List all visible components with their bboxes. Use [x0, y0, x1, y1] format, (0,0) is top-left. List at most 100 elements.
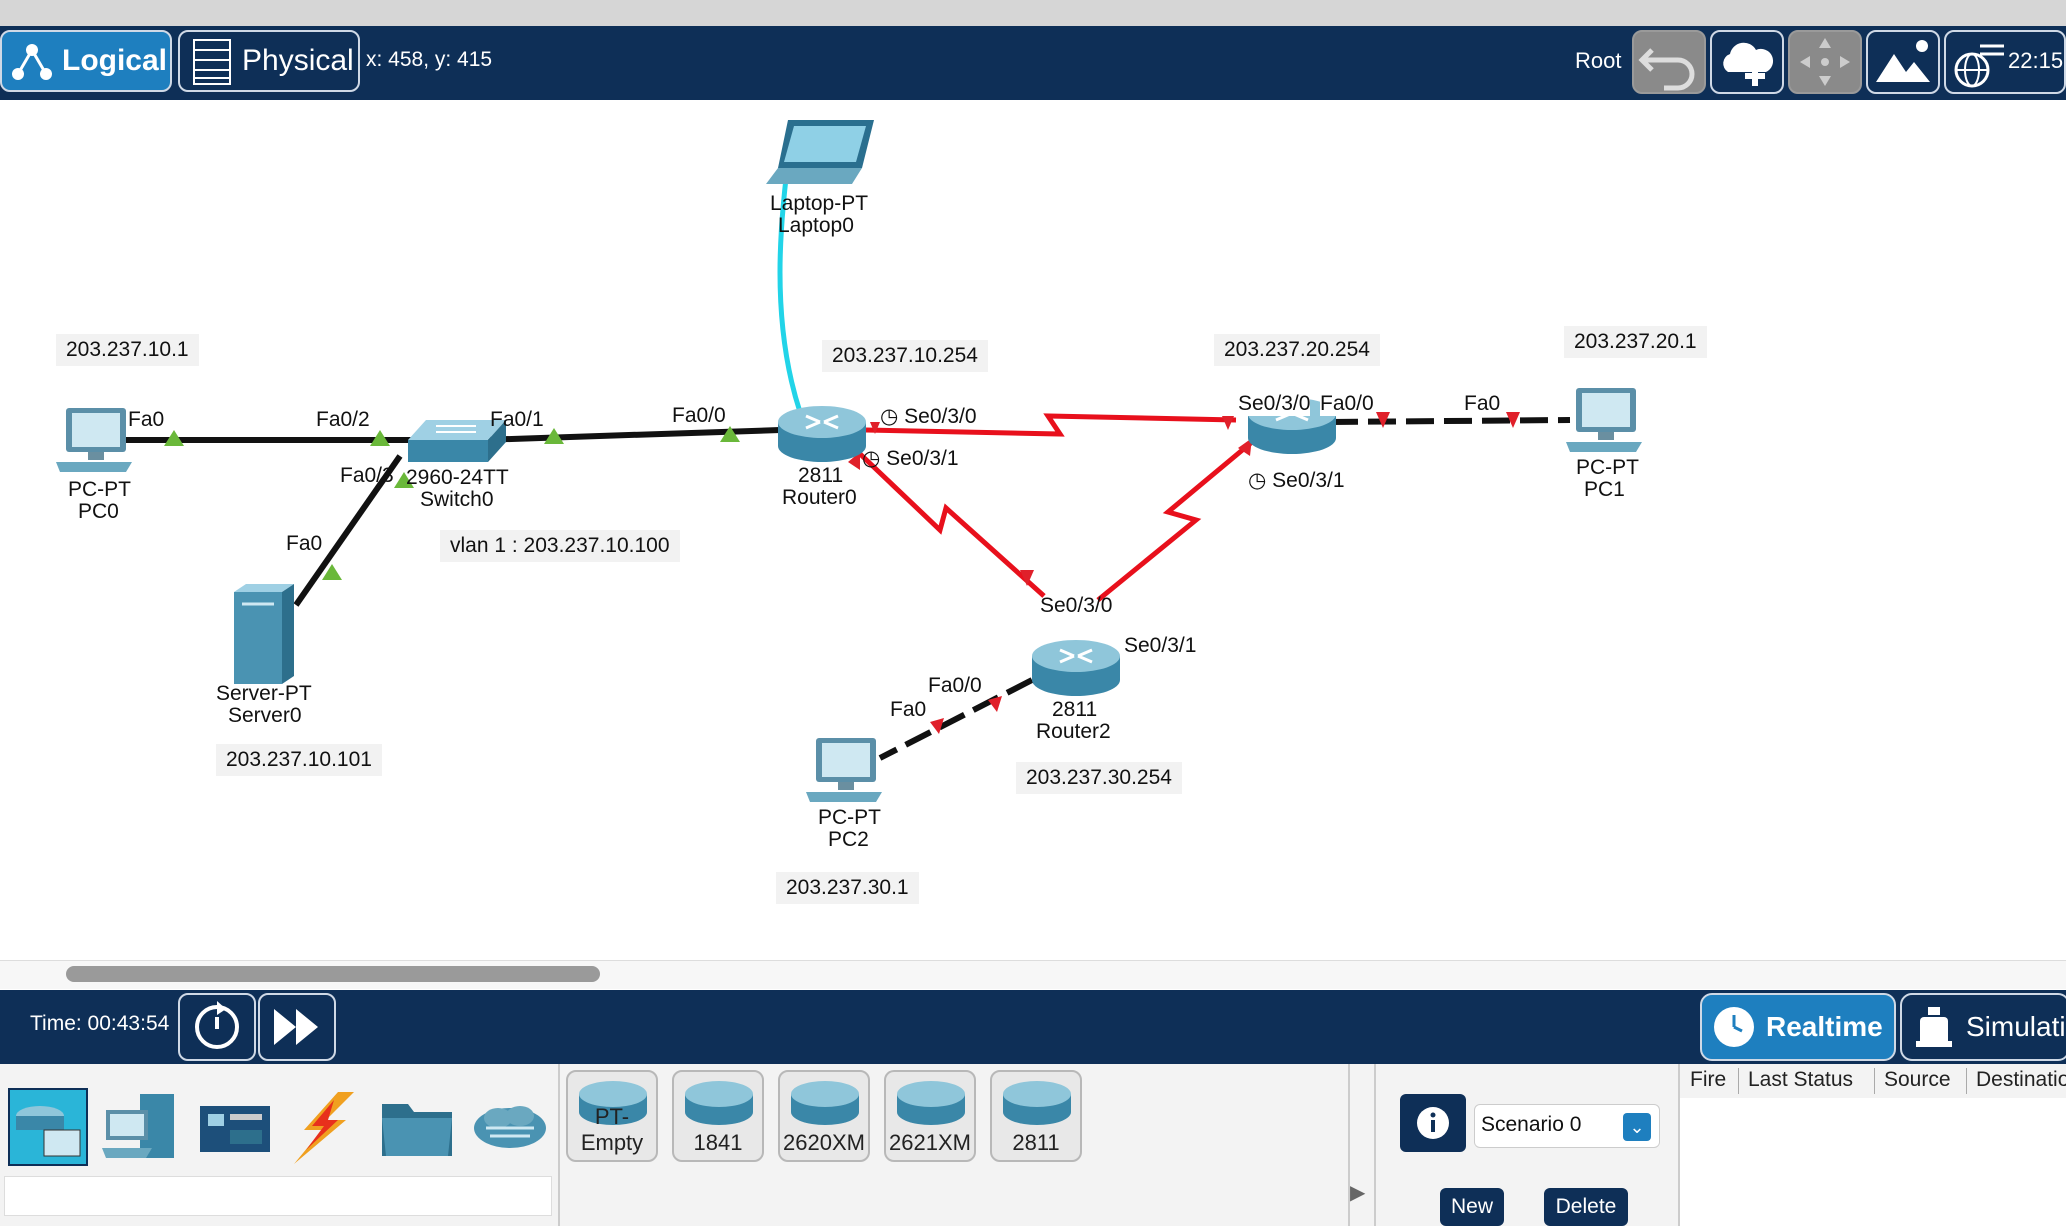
category-end-devices[interactable] [100, 1090, 178, 1166]
realtime-mode-button[interactable]: Realtime [1700, 993, 1896, 1061]
pc1-port-label: Fa0 [1464, 392, 1501, 415]
pc1-ip-note[interactable]: 203.237.20.1 [1564, 326, 1707, 358]
router2-fa00-label: Fa0/0 [928, 674, 982, 697]
laptop0-name-label: Laptop0 [778, 214, 854, 237]
router0-se031-label: ◷ Se0/3/1 [862, 447, 959, 470]
category-multiuser[interactable] [470, 1090, 548, 1166]
switch0-fa02-label: Fa0/2 [316, 408, 370, 431]
simulation-time: Time: 00:43:54 [30, 1012, 170, 1035]
model-pt-empty[interactable]: PT-Empty [566, 1070, 658, 1162]
chevron-down-icon: ⌄ [1623, 1113, 1651, 1141]
pc1-device[interactable] [1566, 386, 1646, 461]
router1-se030-label: Se0/3/0 [1238, 392, 1311, 416]
pdu-table-body[interactable] [1680, 1098, 2066, 1226]
network-settings-icon [1954, 44, 2004, 88]
info-icon [1417, 1107, 1449, 1139]
router2-type-label: 2811 [1052, 698, 1098, 721]
router2-se030-label: Se0/3/0 [1040, 594, 1113, 617]
power-cycle-icon [195, 1001, 239, 1049]
link-router2-router1 [1096, 440, 1254, 602]
router-icon [897, 1081, 965, 1125]
model-2811[interactable]: 2811 [990, 1070, 1082, 1162]
clock-icon: ◷ [1248, 469, 1267, 492]
tab-physical[interactable]: Physical [178, 30, 360, 92]
category-components[interactable] [196, 1090, 274, 1166]
cursor-coordinates: x: 458, y: 415 [366, 48, 493, 71]
server0-ip-note[interactable]: 203.237.10.101 [216, 744, 382, 776]
pc0-name-label: PC0 [78, 500, 119, 523]
scrollbar-thumb[interactable] [66, 966, 600, 982]
link-router0-router2 [856, 450, 1046, 598]
switch0-name-label: Switch0 [420, 488, 494, 511]
background-image-button[interactable] [1866, 30, 1940, 94]
new-scenario-button[interactable]: New [1440, 1188, 1504, 1226]
column-fire[interactable]: Fire [1690, 1068, 1726, 1092]
column-source[interactable]: Source [1884, 1068, 1951, 1092]
router-icon [791, 1081, 859, 1125]
clock-icon: ◷ [880, 405, 899, 428]
model-2620xm[interactable]: 2620XM [778, 1070, 870, 1162]
tab-logical[interactable]: Logical [0, 30, 172, 92]
move-button[interactable] [1788, 30, 1862, 94]
clock-icon [1714, 1007, 1754, 1047]
router1-se031-label: ◷ Se0/3/1 [1248, 469, 1345, 492]
switch0-fa01-label: Fa0/1 [490, 408, 544, 431]
tab-logical-label: Logical [62, 44, 168, 77]
link-router1-pc1 [1329, 417, 1571, 425]
router2-se031-label: Se0/3/1 [1124, 634, 1197, 657]
router0-ip-note[interactable]: 203.237.10.254 [822, 340, 988, 372]
panel-divider [1374, 1064, 1376, 1226]
column-last-status[interactable]: Last Status [1748, 1068, 1853, 1092]
server0-device[interactable] [232, 582, 298, 691]
switch0-ip-note[interactable]: vlan 1 : 203.237.10.100 [440, 530, 680, 562]
top-toolbar-strip [0, 0, 2066, 27]
laptop0-type-label: Laptop-PT [770, 192, 869, 215]
column-divider [1874, 1068, 1875, 1094]
switch0-fa03-label: Fa0/3 [340, 464, 394, 487]
pc0-device[interactable] [56, 406, 136, 481]
router0-fa00-label: Fa0/0 [672, 404, 726, 427]
router2-device[interactable] [1030, 638, 1122, 703]
delete-scenario-button[interactable]: Delete [1544, 1188, 1628, 1226]
category-misc[interactable] [378, 1090, 456, 1166]
pc-icon [1566, 388, 1642, 452]
end-devices-icon [102, 1094, 174, 1158]
pc-icon [806, 738, 882, 802]
cloud-add-button[interactable] [1710, 30, 1784, 94]
model-2621xm[interactable]: 2621XM [884, 1070, 976, 1162]
router-icon [778, 406, 866, 462]
server0-name-label: Server0 [228, 704, 302, 727]
router-icon [685, 1081, 753, 1125]
time-bar: Time: 00:43:54 Realtime Simulati [0, 990, 2066, 1064]
fast-forward-button[interactable] [258, 993, 336, 1061]
pc-icon [56, 408, 132, 472]
switch0-type-label: 2960-24TT [406, 466, 509, 489]
router1-fa00-label: Fa0/0 [1320, 392, 1374, 416]
router2-ip-note[interactable]: 203.237.30.254 [1016, 762, 1182, 794]
root-breadcrumb[interactable]: Root [1575, 48, 1621, 74]
category-network-devices[interactable] [8, 1088, 88, 1166]
router1-ip-note[interactable]: 203.237.20.254 [1214, 334, 1380, 366]
category-connections[interactable] [284, 1090, 362, 1166]
simulation-mode-button[interactable]: Simulati [1900, 993, 2066, 1061]
scenario-select[interactable]: Scenario 0 ⌄ [1474, 1104, 1660, 1148]
physical-rack-icon [193, 39, 231, 85]
pc2-device[interactable] [806, 736, 886, 811]
components-icon [200, 1106, 270, 1152]
model-1841[interactable]: 1841 [672, 1070, 764, 1162]
expand-arrow-icon[interactable]: ▶ [1350, 1180, 1372, 1210]
pc0-type-label: PC-PT [68, 478, 131, 501]
logical-workspace[interactable]: Laptop-PT Laptop0 Fa0 PC-PT PC0 203.237.… [0, 100, 2066, 978]
pc2-ip-note[interactable]: 203.237.30.1 [776, 872, 919, 904]
column-destination[interactable]: Destinatio [1976, 1068, 2066, 1092]
back-button[interactable] [1632, 30, 1706, 94]
cloud-icon [474, 1106, 546, 1148]
laptop0-device[interactable] [766, 118, 878, 199]
router2-name-label: Router2 [1036, 720, 1111, 743]
router0-device[interactable] [776, 404, 868, 469]
pc0-ip-note[interactable]: 203.237.10.1 [56, 334, 199, 366]
fast-forward-icon [274, 1009, 318, 1045]
power-cycle-button[interactable] [178, 993, 256, 1061]
info-button[interactable] [1400, 1094, 1466, 1152]
pc2-type-label: PC-PT [818, 806, 881, 829]
